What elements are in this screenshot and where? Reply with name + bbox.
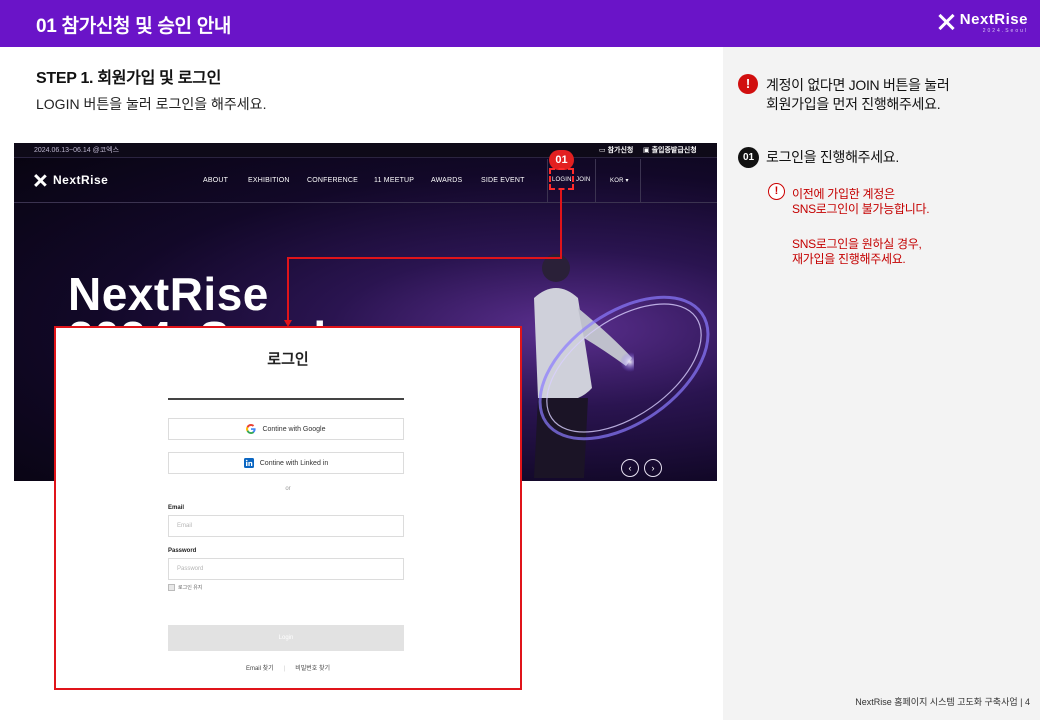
caution-note-1: 이전에 가입한 계정은 SNS로그인이 불가능합니다.	[792, 187, 930, 216]
caution-icon: !	[768, 183, 785, 200]
google-login-button[interactable]: Contine with Google	[168, 418, 404, 440]
login-modal: 로그인 Contine with Google Contine with Lin…	[54, 326, 522, 690]
title-divider	[168, 398, 404, 400]
find-account-links: Email 찾기 | 비밀번호 찾기	[56, 663, 520, 672]
linkedin-login-button[interactable]: Contine with Linked in	[168, 452, 404, 474]
side-panel: ! 계정이 없다면 JOIN 버튼을 눌러 회원가입을 먼저 진행해주세요. 0…	[723, 47, 1040, 720]
login-title: 로그인	[267, 351, 309, 368]
google-icon	[246, 424, 257, 434]
warning-icon: !	[738, 74, 758, 94]
step-number-badge: 01	[738, 147, 759, 168]
find-email-link[interactable]: Email 찾기	[246, 666, 274, 672]
email-field[interactable]: Email	[168, 515, 404, 537]
password-field[interactable]: Password	[168, 558, 404, 580]
checkbox-box[interactable]	[168, 584, 175, 591]
login-submit-button[interactable]: Login	[168, 625, 404, 651]
linkedin-icon	[243, 458, 254, 468]
or-divider: or	[285, 486, 291, 492]
password-label: Password	[168, 548, 197, 554]
page-footer: NextRise 홈페이지 시스템 고도화 구축사업 | 4	[855, 697, 1030, 707]
caution-note-2: SNS로그인을 원하실 경우, 재가입을 진행해주세요.	[792, 237, 922, 266]
remember-login-checkbox[interactable]: 로그인 유지	[168, 584, 202, 591]
find-password-link[interactable]: 비밀번호 찾기	[295, 666, 330, 672]
link-separator: |	[283, 666, 286, 672]
email-label: Email	[168, 505, 185, 511]
notice-text: 계정이 없다면 JOIN 버튼을 눌러 회원가입을 먼저 진행해주세요.	[766, 77, 950, 112]
step-instruction: 로그인을 진행해주세요.	[766, 149, 899, 165]
